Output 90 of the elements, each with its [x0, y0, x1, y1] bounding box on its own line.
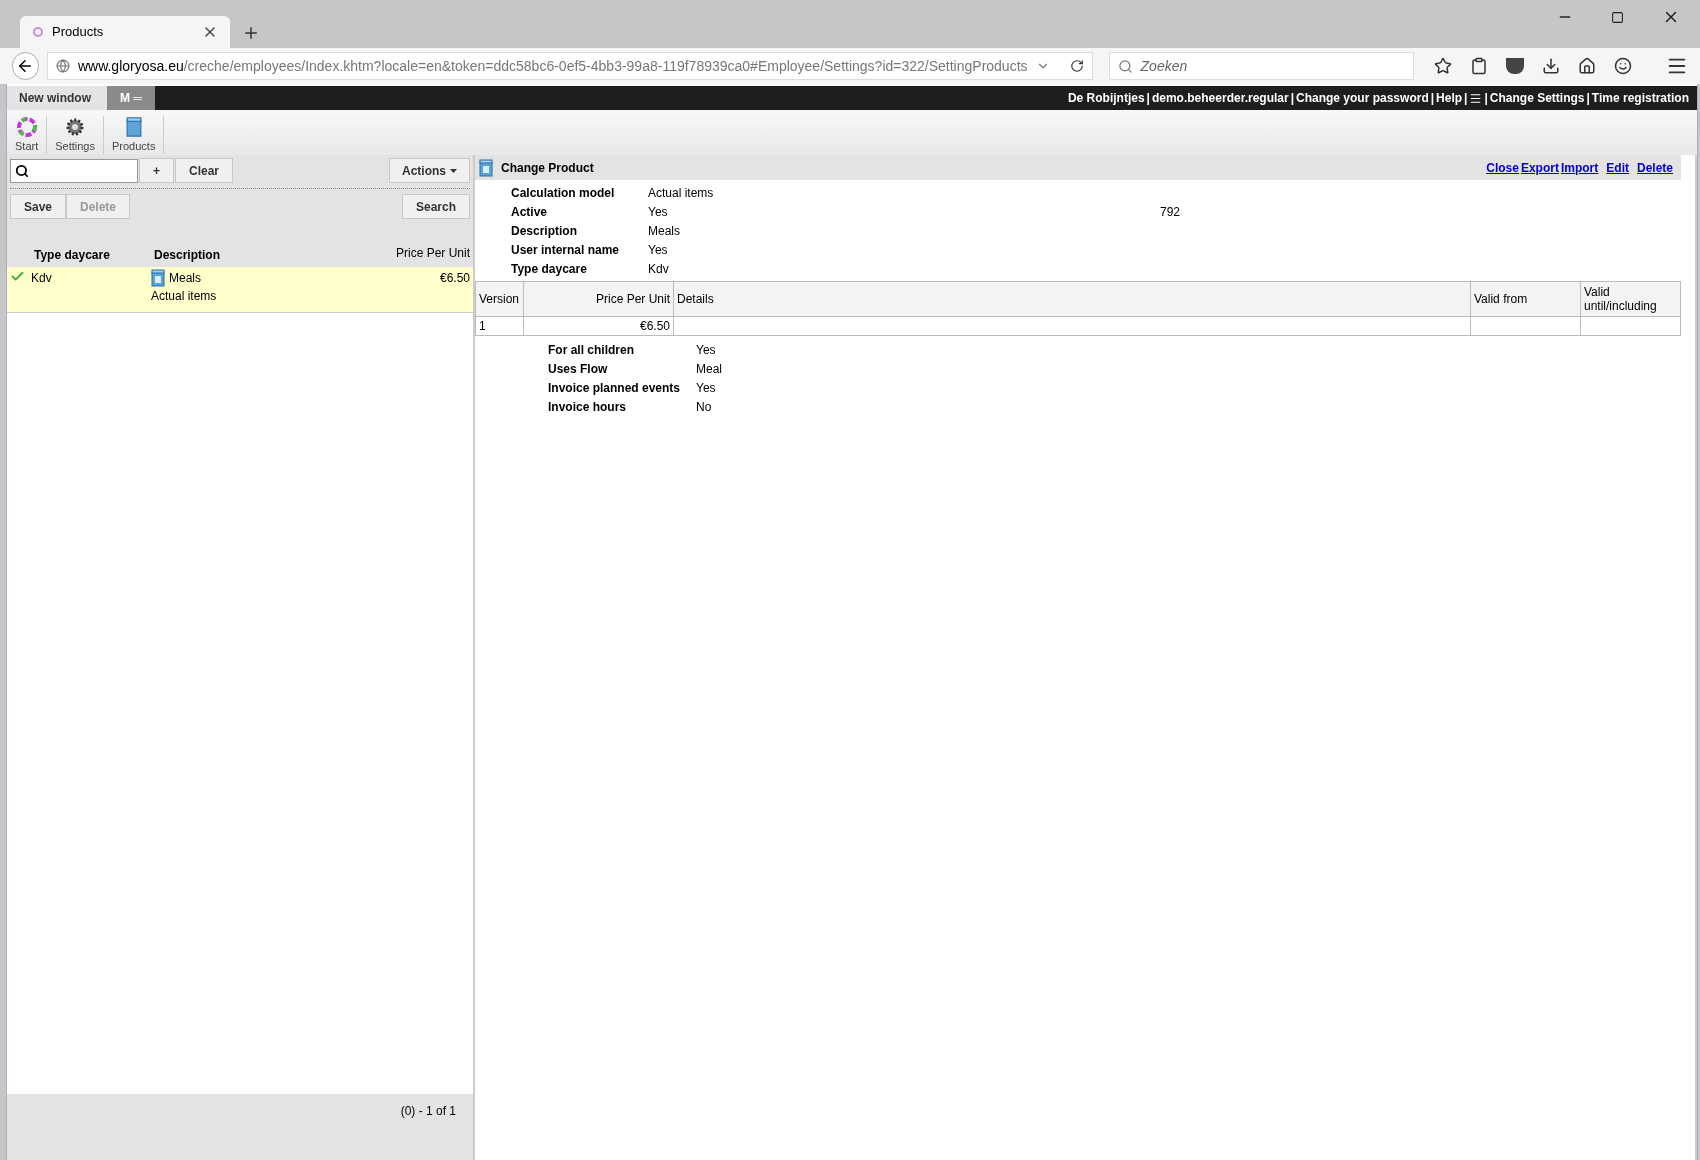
column-header: Valid until/including [1580, 281, 1681, 317]
reload-icon[interactable] [1069, 59, 1084, 73]
column-header: Version [475, 281, 524, 317]
separator: | [1586, 90, 1590, 107]
caret-icon [450, 168, 457, 173]
tab-title: Products [52, 23, 105, 42]
separator: | [1464, 90, 1468, 107]
smile-icon[interactable] [1614, 57, 1632, 75]
header-link[interactable]: demo.beheerder.regular [1151, 89, 1289, 107]
back-button[interactable] [12, 52, 39, 80]
search-field[interactable] [10, 158, 138, 183]
column-header: Valid from [1470, 281, 1581, 317]
separator: | [1484, 90, 1488, 107]
separator: | [1146, 90, 1150, 107]
menu-icon[interactable] [1469, 91, 1483, 105]
table-cell-text: Meals [169, 270, 201, 287]
breadcrumb-item[interactable]: Products [104, 115, 165, 154]
address-field[interactable]: www.gloryosa.eu/creche/employees/Index.khtm?locale=en&token=ddc58bc6-0ef5-4bb3-99a8-119f78939ca0#Employee/Settings?id=322/SettingProducts [46, 52, 1093, 80]
download-icon[interactable] [1542, 57, 1560, 75]
field-value: Meals [648, 222, 681, 240]
app-tab[interactable]: New window [7, 86, 107, 110]
field-label: For all children [548, 341, 635, 359]
url-host: www.gloryosa.eu [77, 56, 184, 76]
actions-button[interactable]: Actions [389, 158, 470, 183]
breadcrumb-item[interactable]: Settings [47, 115, 104, 154]
action-link[interactable]: Export [1520, 158, 1559, 177]
table-cell-text: Kdv [31, 270, 53, 287]
table-cell-text: Actual items [151, 288, 218, 305]
header-link[interactable]: Time registration [1591, 89, 1689, 107]
action-link[interactable]: Delete [1636, 158, 1673, 177]
ring-icon [32, 26, 44, 38]
field-label: Active [511, 203, 549, 221]
ring-icon [15, 115, 38, 138]
search-button[interactable]: Search [402, 194, 470, 219]
field-value: Actual items [648, 184, 715, 202]
field-label: Invoice planned events [548, 379, 682, 397]
field-value: Meal [696, 360, 722, 378]
table-cell: 1 [479, 319, 486, 333]
field-value: Yes [648, 241, 669, 259]
separator: | [1430, 90, 1435, 107]
search-placeholder: Zoeken [1140, 56, 1188, 76]
product-row[interactable]: Kdv Meals Actual items €6.50 [7, 267, 473, 313]
panel-title: Change Product [501, 159, 595, 177]
new-tab-icon[interactable] [242, 24, 260, 42]
maximize-icon[interactable] [1611, 10, 1624, 24]
action-link[interactable]: Import [1560, 158, 1599, 177]
home-icon[interactable] [1578, 57, 1596, 75]
pocket-icon[interactable] [1506, 58, 1524, 74]
field-label: Description [511, 222, 578, 240]
clipboard-icon[interactable] [1470, 57, 1488, 75]
field-label: Uses Flow [548, 360, 609, 378]
box-icon [125, 115, 142, 138]
column-header: Details [673, 281, 1471, 317]
box-icon [479, 158, 493, 177]
field-value: Yes [696, 341, 716, 359]
field-value: Yes [648, 203, 669, 221]
action-link[interactable]: Close [1486, 158, 1519, 177]
search-field[interactable]: Zoeken [1108, 52, 1414, 80]
pagination-text: (0) - 1 of 1 [400, 1103, 456, 1120]
field-value: Yes [696, 379, 716, 397]
header-link[interactable]: Help [1436, 89, 1463, 107]
browser-tab[interactable]: Products [20, 16, 230, 48]
url-path: /creche/employees/Index.khtm?locale=en&token=ddc58bc6-0ef5-4bb3-99a8-119f78939ca0#Employee/Settings?id=322/SettingProducts [183, 56, 1028, 76]
separator: | [1290, 90, 1294, 107]
header-link[interactable]: Change your password [1296, 89, 1429, 107]
search-icon [1117, 58, 1133, 74]
header-link[interactable]: De Robijntjes [1067, 89, 1145, 107]
bookmark-star-icon[interactable] [1434, 57, 1452, 75]
save-button[interactable]: Save [10, 194, 66, 219]
field-label: Type daycare [511, 260, 588, 278]
table-cell: €6.50 [639, 319, 670, 333]
add-button[interactable]: + [139, 158, 174, 183]
field-label: User internal name [511, 241, 621, 259]
column-header: Type daycare [34, 247, 111, 264]
field-value: No [696, 398, 712, 416]
column-header: Price Per Unit [395, 245, 470, 262]
box-icon [151, 269, 165, 287]
column-header: Description [154, 247, 221, 264]
action-link[interactable]: Edit [1606, 158, 1629, 177]
field-label: Invoice hours [548, 398, 628, 416]
field-label: Calculation model [511, 184, 616, 202]
search-icon [15, 163, 29, 178]
column-header: Price Per Unit [523, 281, 674, 317]
clear-button[interactable]: Clear [175, 158, 233, 183]
table-cell-text: €6.50 [439, 270, 470, 287]
breadcrumb-item[interactable]: Start [7, 115, 48, 154]
field-value: Kdv [648, 260, 670, 278]
header-link[interactable]: Change Settings [1489, 89, 1585, 107]
globe-icon [55, 59, 70, 73]
field-number: 792 [1160, 203, 1181, 221]
